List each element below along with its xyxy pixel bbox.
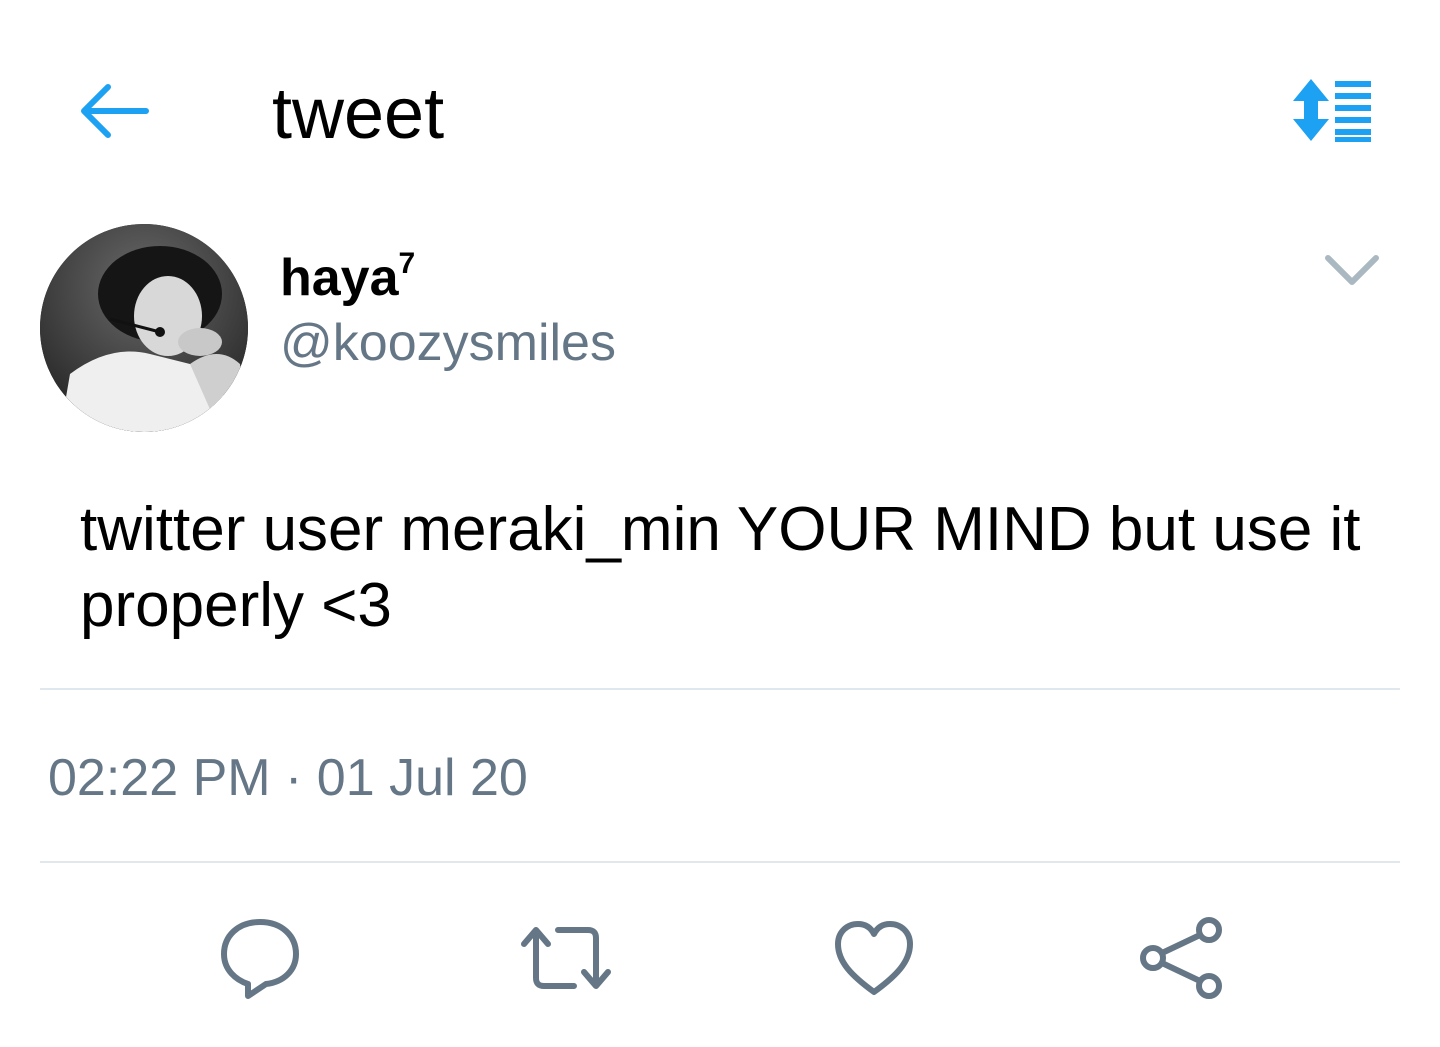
- author-handle[interactable]: @koozysmiles: [280, 312, 616, 374]
- display-name-superscript: 7: [398, 247, 416, 280]
- tweet-timestamp[interactable]: 02:22 PM · 01 Jul 20: [48, 746, 528, 810]
- author-display-name[interactable]: haya7: [280, 232, 415, 310]
- top-bar: tweet: [0, 0, 1440, 200]
- share-icon: [1137, 916, 1227, 1005]
- avatar[interactable]: [40, 224, 248, 432]
- retweet-button[interactable]: [518, 912, 614, 1008]
- divider: [40, 688, 1400, 690]
- display-name-text: haya: [280, 249, 399, 307]
- retweet-icon: [518, 922, 614, 999]
- sort-button[interactable]: [1288, 76, 1384, 148]
- like-button[interactable]: [826, 912, 922, 1008]
- arrow-left-icon: [78, 81, 150, 146]
- tweet-text: twitter user meraki_min YOUR MIND but us…: [80, 495, 1361, 640]
- reply-icon: [218, 916, 302, 1005]
- chevron-down-icon: [1322, 250, 1382, 295]
- back-button[interactable]: [68, 78, 160, 148]
- tweet-menu-button[interactable]: [1316, 244, 1388, 300]
- page-title: tweet: [272, 74, 445, 154]
- divider: [40, 861, 1400, 863]
- reply-button[interactable]: [212, 912, 308, 1008]
- heart-icon: [832, 918, 916, 1003]
- sort-list-icon: [1291, 77, 1381, 148]
- share-button[interactable]: [1134, 912, 1230, 1008]
